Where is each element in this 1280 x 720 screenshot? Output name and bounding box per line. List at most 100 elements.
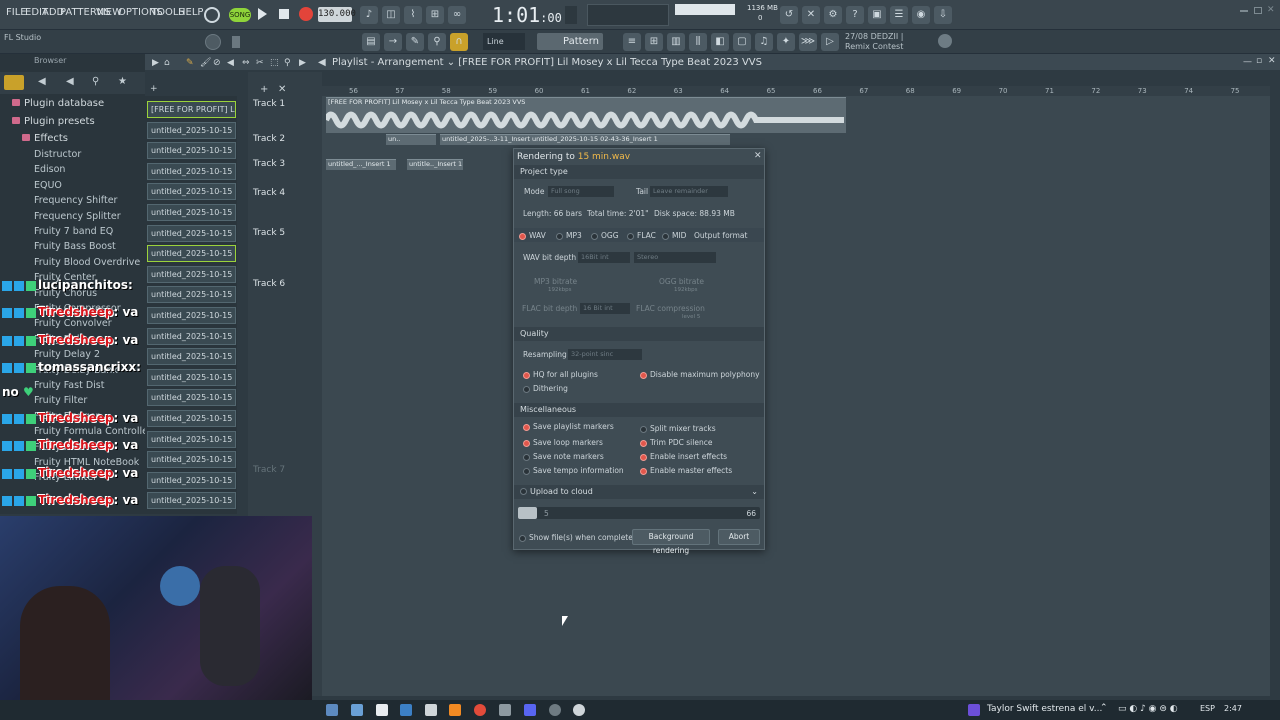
- format-mp3[interactable]: MP3: [556, 231, 582, 240]
- chat-icon[interactable]: ◉: [912, 6, 930, 24]
- loop-record-icon[interactable]: ∞: [448, 6, 466, 24]
- close-icon[interactable]: ✕: [1267, 5, 1275, 15]
- browser-plugin-item[interactable]: Fruity Delay 2: [34, 349, 100, 360]
- browser-plugin-item[interactable]: Distructor: [34, 149, 81, 160]
- browser-plugin-item[interactable]: Fruity 7 band EQ: [34, 226, 113, 237]
- playlist-delete-icon[interactable]: ⊘: [213, 58, 221, 68]
- playlist-mute-icon[interactable]: ◀: [227, 58, 234, 68]
- format-flac[interactable]: FLAC: [627, 231, 656, 240]
- tray-clock[interactable]: 2:47: [1224, 704, 1242, 713]
- arrow-icon[interactable]: →: [384, 33, 402, 51]
- playlist-nav-icon[interactable]: ◀: [318, 57, 326, 68]
- show-files-option[interactable]: Show file(s) when complete: [519, 533, 633, 542]
- save-loop-markers-option[interactable]: Save loop markers: [523, 438, 603, 447]
- browser-search-icon[interactable]: ⚲: [92, 76, 99, 87]
- add-track-icon[interactable]: +: [260, 84, 268, 95]
- clip-t2a[interactable]: un..: [386, 134, 436, 145]
- browser-back-icon[interactable]: ◀: [38, 76, 46, 87]
- piano-roll-icon[interactable]: ▤: [362, 33, 380, 51]
- browser-plugin-item[interactable]: Fruity Formula Controller: [34, 426, 152, 437]
- mixer-icon[interactable]: ☰: [890, 6, 908, 24]
- obs-taskbar-icon[interactable]: [573, 704, 585, 716]
- clip-t2b[interactable]: untitled_2025-..3-11_Insert 1: [440, 134, 530, 145]
- playlist-snap-icon[interactable]: ⌂: [164, 58, 170, 68]
- master-volume-knob[interactable]: [205, 34, 221, 50]
- channel-button[interactable]: untitled_2025-10-15 02-: [147, 368, 236, 386]
- news-panel[interactable]: 27/08 DEDZII | Remix Contest: [845, 32, 925, 52]
- save-note-markers-option[interactable]: Save note markers: [523, 452, 604, 461]
- format-mid[interactable]: MID: [662, 231, 686, 240]
- resampling-select[interactable]: 32-point sinc: [568, 349, 642, 360]
- dithering-option[interactable]: Dithering: [523, 384, 568, 393]
- channel-button[interactable]: untitled_2025-10-15 02-: [147, 265, 236, 283]
- record-icon[interactable]: [299, 7, 313, 21]
- video-icon[interactable]: ▷: [821, 33, 839, 51]
- track-label[interactable]: Track 1: [253, 99, 285, 109]
- disable-polyphony-option[interactable]: Disable maximum polyphony: [640, 370, 760, 379]
- playlist-slip-icon[interactable]: ⇔: [242, 58, 250, 68]
- tools-icon[interactable]: ✕: [802, 6, 820, 24]
- browser-plugin-item[interactable]: Fruity Blood Overdrive: [34, 257, 140, 268]
- format-ogg[interactable]: OGG: [591, 231, 619, 240]
- tray-lang[interactable]: ESP: [1200, 704, 1215, 713]
- tempo-display[interactable]: 130.000: [318, 7, 356, 22]
- browser-plugin-item[interactable]: Fruity Fast Dist: [34, 380, 104, 391]
- track-label[interactable]: Track 7: [253, 465, 285, 475]
- channel-button[interactable]: untitled_2025-10-15 02-: [147, 451, 236, 469]
- help-icon[interactable]: ?: [846, 6, 864, 24]
- browser-plugin-item[interactable]: Frequency Splitter: [34, 211, 121, 222]
- taskbar-app-icon[interactable]: [549, 704, 561, 716]
- channel-button[interactable]: untitled_2025-10-15 02-: [147, 224, 236, 242]
- playlist-close-icon[interactable]: ✕: [1268, 56, 1276, 66]
- play-icon[interactable]: [258, 8, 267, 20]
- insert-effects-option[interactable]: Enable insert effects: [640, 452, 727, 461]
- playlist-slice-icon[interactable]: ✂: [256, 58, 264, 68]
- tray-chevron-icon[interactable]: ⌃: [1100, 703, 1108, 713]
- download-icon[interactable]: ⇩: [934, 6, 952, 24]
- browser-plugin-item[interactable]: Fruity Filter: [34, 395, 87, 406]
- abort-button[interactable]: Abort: [718, 529, 760, 545]
- playlist-select-icon[interactable]: ⬚: [270, 58, 279, 68]
- save-playlist-markers-option[interactable]: Save playlist markers: [523, 422, 614, 431]
- taskbar-app-icon[interactable]: [326, 704, 338, 716]
- browser-plugin-item[interactable]: Fruity Bass Boost: [34, 241, 116, 252]
- playlist-maximize-icon[interactable]: ▫: [1256, 56, 1262, 66]
- fx-icon[interactable]: ⋙: [799, 33, 817, 51]
- master-effects-option[interactable]: Enable master effects: [640, 466, 732, 475]
- channel-button[interactable]: untitled_2025-10-15 02-: [147, 204, 236, 221]
- taskbar-app-icon[interactable]: [400, 704, 412, 716]
- playlist-minimize-icon[interactable]: —: [1243, 57, 1252, 67]
- channel-button[interactable]: untitled_2025-10-15 02-: [147, 245, 236, 263]
- settings-taskbar-icon[interactable]: [499, 704, 511, 716]
- playlist-menu-icon[interactable]: ▶: [152, 58, 159, 68]
- wav-stereo-select[interactable]: Stereo: [634, 252, 716, 263]
- audio-clip-main[interactable]: [FREE FOR PROFIT] Lil Mosey x Lil Tecca …: [326, 97, 846, 133]
- browser-star-icon[interactable]: ★: [118, 76, 127, 87]
- maximize-icon[interactable]: [1254, 7, 1262, 14]
- browser-all-icon[interactable]: [4, 75, 24, 90]
- browser-effects-folder[interactable]: Effects: [22, 133, 68, 144]
- playlist-zoom-icon[interactable]: ⚲: [284, 58, 291, 68]
- channel-button[interactable]: untitled_2025-10-15 02-: [147, 492, 236, 510]
- channel-button[interactable]: untitled_2025-10-15 02-: [147, 389, 236, 407]
- plugin-icon[interactable]: ⚙: [824, 6, 842, 24]
- track-label[interactable]: Track 5: [253, 228, 285, 238]
- track-label[interactable]: Track 6: [253, 279, 285, 289]
- channel-button[interactable]: untitled_2025-10-15 02-: [147, 162, 236, 180]
- countdown-icon[interactable]: ⌇: [404, 6, 422, 24]
- project-icon[interactable]: ▢: [733, 33, 751, 51]
- channel-button[interactable]: untitled_2025-10-15 02-: [147, 142, 236, 160]
- metronome-icon[interactable]: ♪: [360, 6, 378, 24]
- minimize-icon[interactable]: [1240, 10, 1248, 12]
- browser-plugin-presets[interactable]: Plugin presets: [12, 116, 95, 127]
- taskbar-app-icon[interactable]: [376, 704, 388, 716]
- song-mode-toggle[interactable]: SONG: [229, 8, 251, 22]
- background-rendering-button[interactable]: Background rendering: [632, 529, 710, 555]
- news-widget-icon[interactable]: [968, 704, 980, 716]
- menu-file[interactable]: FILE: [6, 7, 27, 18]
- channel-button[interactable]: untitled_2025-10-15 02-: [147, 121, 236, 139]
- channel-button[interactable]: untitled_2025-10-15 02-: [147, 183, 236, 201]
- clip-t3b[interactable]: untitle.._Insert 1: [407, 159, 463, 170]
- tail-select[interactable]: Leave remainder: [650, 186, 728, 197]
- channel-button[interactable]: untitled_2025-10-15 02-: [147, 286, 236, 304]
